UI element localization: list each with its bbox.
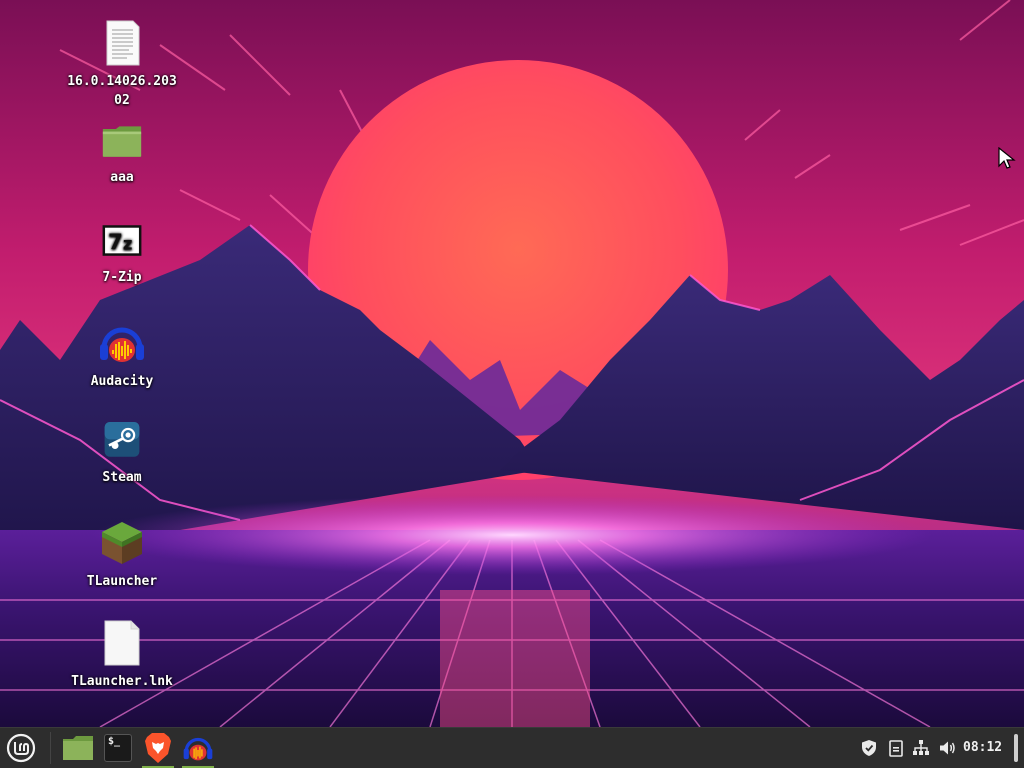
desktop-icon-label: Steam — [102, 470, 142, 485]
svg-text:7: 7 — [108, 230, 123, 255]
clock[interactable]: 08:12 — [963, 740, 1002, 755]
desktop[interactable]: 16.0.14026.20302 aaa 7 z 7-Zip Audacity … — [0, 0, 1024, 727]
desktop-icon-audacity[interactable]: Audacity — [67, 320, 177, 391]
mouse-pointer-icon — [998, 147, 1016, 169]
desktop-icon-label: 7-Zip — [102, 270, 142, 285]
brave-browser-icon — [145, 733, 171, 763]
taskbar-terminal-button[interactable]: $_ — [100, 730, 136, 766]
panel-handle[interactable] — [1014, 734, 1018, 762]
desktop-icon-label: aaa — [110, 170, 134, 185]
audacity-icon — [100, 327, 144, 362]
taskbar-audacity-button[interactable] — [180, 730, 216, 768]
desktop-icon-label: TLauncher.lnk — [71, 674, 173, 689]
terminal-icon: $_ — [104, 734, 132, 762]
desktop-icon-7zip[interactable]: 7 z 7-Zip — [67, 224, 177, 287]
desktop-icon-tlauncher-lnk[interactable]: TLauncher.lnk — [67, 620, 177, 691]
desktop-icon-folder[interactable]: aaa — [67, 122, 177, 187]
document-icon — [106, 20, 140, 66]
volume-icon[interactable] — [938, 739, 956, 757]
folder-icon — [63, 736, 93, 760]
desktop-icon-tlauncher[interactable]: TLauncher — [67, 520, 177, 591]
network-icon[interactable] — [912, 739, 930, 757]
audacity-icon — [183, 737, 213, 761]
desktop-icon-steam[interactable]: Steam — [67, 422, 177, 487]
steam-icon — [104, 422, 140, 457]
folder-icon — [102, 126, 142, 157]
file-icon — [104, 620, 140, 666]
clipboard-icon[interactable] — [887, 739, 905, 757]
desktop-icon-label: 16.0.14026.20302 — [67, 74, 177, 108]
taskbar-separator — [50, 732, 51, 764]
desktop-icon-label: TLauncher — [86, 574, 158, 589]
7zip-icon: 7 z — [102, 225, 142, 256]
tlauncher-icon — [102, 522, 142, 564]
linux-mint-menu-icon — [6, 733, 36, 763]
taskbar: $_ 08:12 — [0, 727, 1024, 768]
desktop-icon-label: Audacity — [90, 374, 154, 389]
menu-button[interactable] — [3, 730, 39, 766]
desktop-icon-document[interactable]: 16.0.14026.20302 — [67, 20, 177, 110]
svg-text:z: z — [123, 235, 133, 254]
shield-icon[interactable] — [860, 739, 878, 757]
taskbar-brave-button[interactable] — [140, 730, 176, 768]
taskbar-files-button[interactable] — [60, 730, 96, 766]
